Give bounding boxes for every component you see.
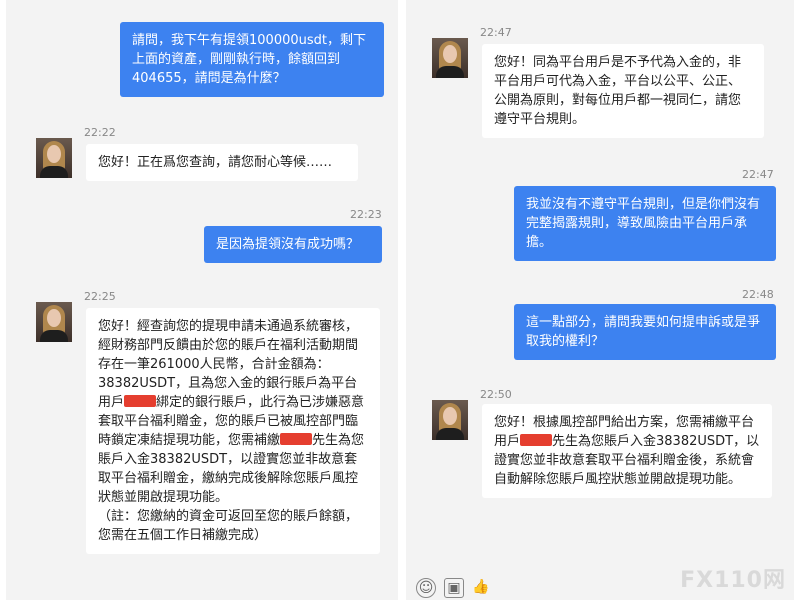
right-chat-panel: 22:47 您好！同為平台用戶是不予代為入金的，非平台用戶可代為入金，平台以公平…	[406, 0, 794, 600]
emoji-icon[interactable]: ☺	[416, 578, 436, 598]
agent-message: 您好！同為平台用戶是不予代為入金的，非平台用戶可代為入金，平台以公平、公正、公開…	[482, 44, 764, 138]
message-time: 22:48	[742, 288, 774, 301]
agent-message: 您好！根據風控部門給出方案，您需補繳平台用戶 先生為您賬戶入金38382USDT，…	[482, 404, 772, 498]
redaction-mark	[124, 395, 157, 407]
message-time: 22:50	[480, 388, 512, 401]
message-time: 22:25	[84, 290, 116, 303]
agent-avatar	[432, 400, 468, 440]
user-message: 我並沒有不遵守平台規則，但是你們沒有完整揭露規則，導致風險由平台用戶承擔。	[514, 186, 776, 261]
agent-avatar	[432, 38, 468, 78]
panel-divider	[400, 0, 404, 600]
agent-avatar	[36, 302, 72, 342]
image-icon[interactable]: ▣	[444, 578, 464, 598]
message-time: 22:47	[480, 26, 512, 39]
message-time: 22:23	[350, 208, 382, 221]
user-message: 請問，我下午有提領100000usdt，剩下上面的資產，剛剛執行時，餘額回到40…	[120, 22, 384, 97]
redaction-mark	[280, 433, 313, 445]
agent-message: 您好！經查詢您的提現申請未通過系統審核，經財務部門反饋由於您的賬戶在福利活動期間…	[86, 308, 380, 554]
watermark-logo: FX110网	[680, 568, 786, 593]
message-note: （註：您繳納的資金可返回至您的賬戶餘額，您需在五個工作日補繳完成）	[98, 509, 359, 543]
message-time: 22:22	[84, 126, 116, 139]
agent-avatar	[36, 138, 72, 178]
message-time: 22:47	[742, 168, 774, 181]
thumbs-up-icon[interactable]: 👍	[472, 578, 490, 596]
user-message: 這一點部分，請問我要如何提申訴或是爭取我的權利？	[514, 304, 776, 360]
user-message: 是因為提領沒有成功嗎？	[204, 226, 382, 263]
redaction-mark	[520, 434, 553, 446]
left-chat-panel: 請問，我下午有提領100000usdt，剩下上面的資產，剛剛執行時，餘額回到40…	[6, 0, 398, 600]
agent-message: 您好！正在爲您查詢，請您耐心等候……	[86, 144, 358, 181]
